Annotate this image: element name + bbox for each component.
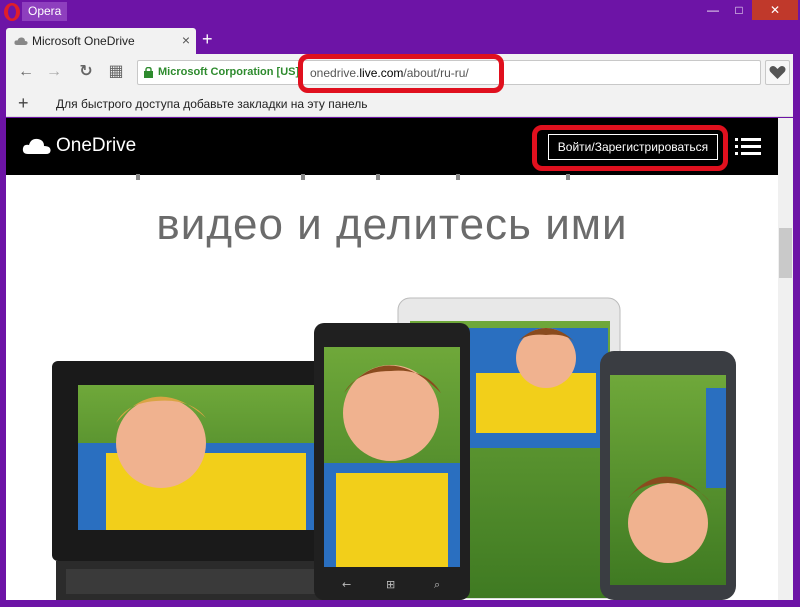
add-bookmark-button[interactable]: + <box>18 93 29 114</box>
page-scrollbar[interactable] <box>778 118 793 600</box>
heart-icon <box>769 66 786 79</box>
title-bar: Opera — □ ✕ <box>0 0 800 24</box>
tab-onedrive[interactable]: Microsoft OneDrive × <box>6 28 196 54</box>
minimize-button[interactable]: — <box>700 0 726 20</box>
hero-heading: видео и делитесь ими <box>156 200 628 249</box>
svg-text:←: ← <box>342 578 351 591</box>
web-page: OneDrive Войти/Зарегистрироваться видео … <box>6 118 778 600</box>
scrollbar-thumb[interactable] <box>779 228 792 278</box>
forward-button[interactable]: → <box>44 62 64 82</box>
maximize-button[interactable]: □ <box>726 0 752 20</box>
svg-text:⊞: ⊞ <box>386 578 395 591</box>
signin-highlight-annotation <box>532 125 728 171</box>
onedrive-logo-text[interactable]: OneDrive <box>56 135 136 157</box>
bookmark-heart-button[interactable] <box>765 60 790 85</box>
certificate-label[interactable]: Microsoft Corporation [US] <box>158 66 299 78</box>
new-tab-button[interactable]: + <box>202 30 213 48</box>
menu-icon[interactable] <box>735 137 761 157</box>
lock-icon <box>144 67 153 78</box>
laptop-device <box>52 361 352 600</box>
tab-close-button[interactable]: × <box>182 32 190 48</box>
reload-button[interactable]: ↻ <box>76 62 96 82</box>
back-button[interactable]: ← <box>16 62 36 82</box>
opera-logo-icon <box>4 3 20 21</box>
opera-menu-button[interactable]: Opera <box>22 2 68 21</box>
cloud-icon <box>22 138 51 154</box>
bookmarks-bar: + Для быстрого доступа добавьте закладки… <box>6 90 793 117</box>
hero-text-fragment <box>136 174 570 180</box>
android-phone-device <box>600 351 736 600</box>
url-highlight-annotation <box>298 54 504 93</box>
browser-window: Opera — □ ✕ Microsoft OneDrive × + ← → ↻… <box>0 0 800 607</box>
onedrive-favicon-icon <box>14 37 28 45</box>
svg-text:⌕: ⌕ <box>434 578 440 591</box>
speed-dial-button[interactable]: ▦ <box>106 62 126 82</box>
tab-title: Microsoft OneDrive <box>32 34 135 48</box>
bookmarks-bar-hint: Для быстрого доступа добавьте закладки н… <box>56 97 368 111</box>
close-button[interactable]: ✕ <box>752 0 798 20</box>
windows-phone-device: ← ⊞ ⌕ <box>314 323 470 600</box>
tab-strip: Microsoft OneDrive × + <box>6 24 793 54</box>
devices-illustration: ← ⊞ ⌕ <box>52 297 736 600</box>
